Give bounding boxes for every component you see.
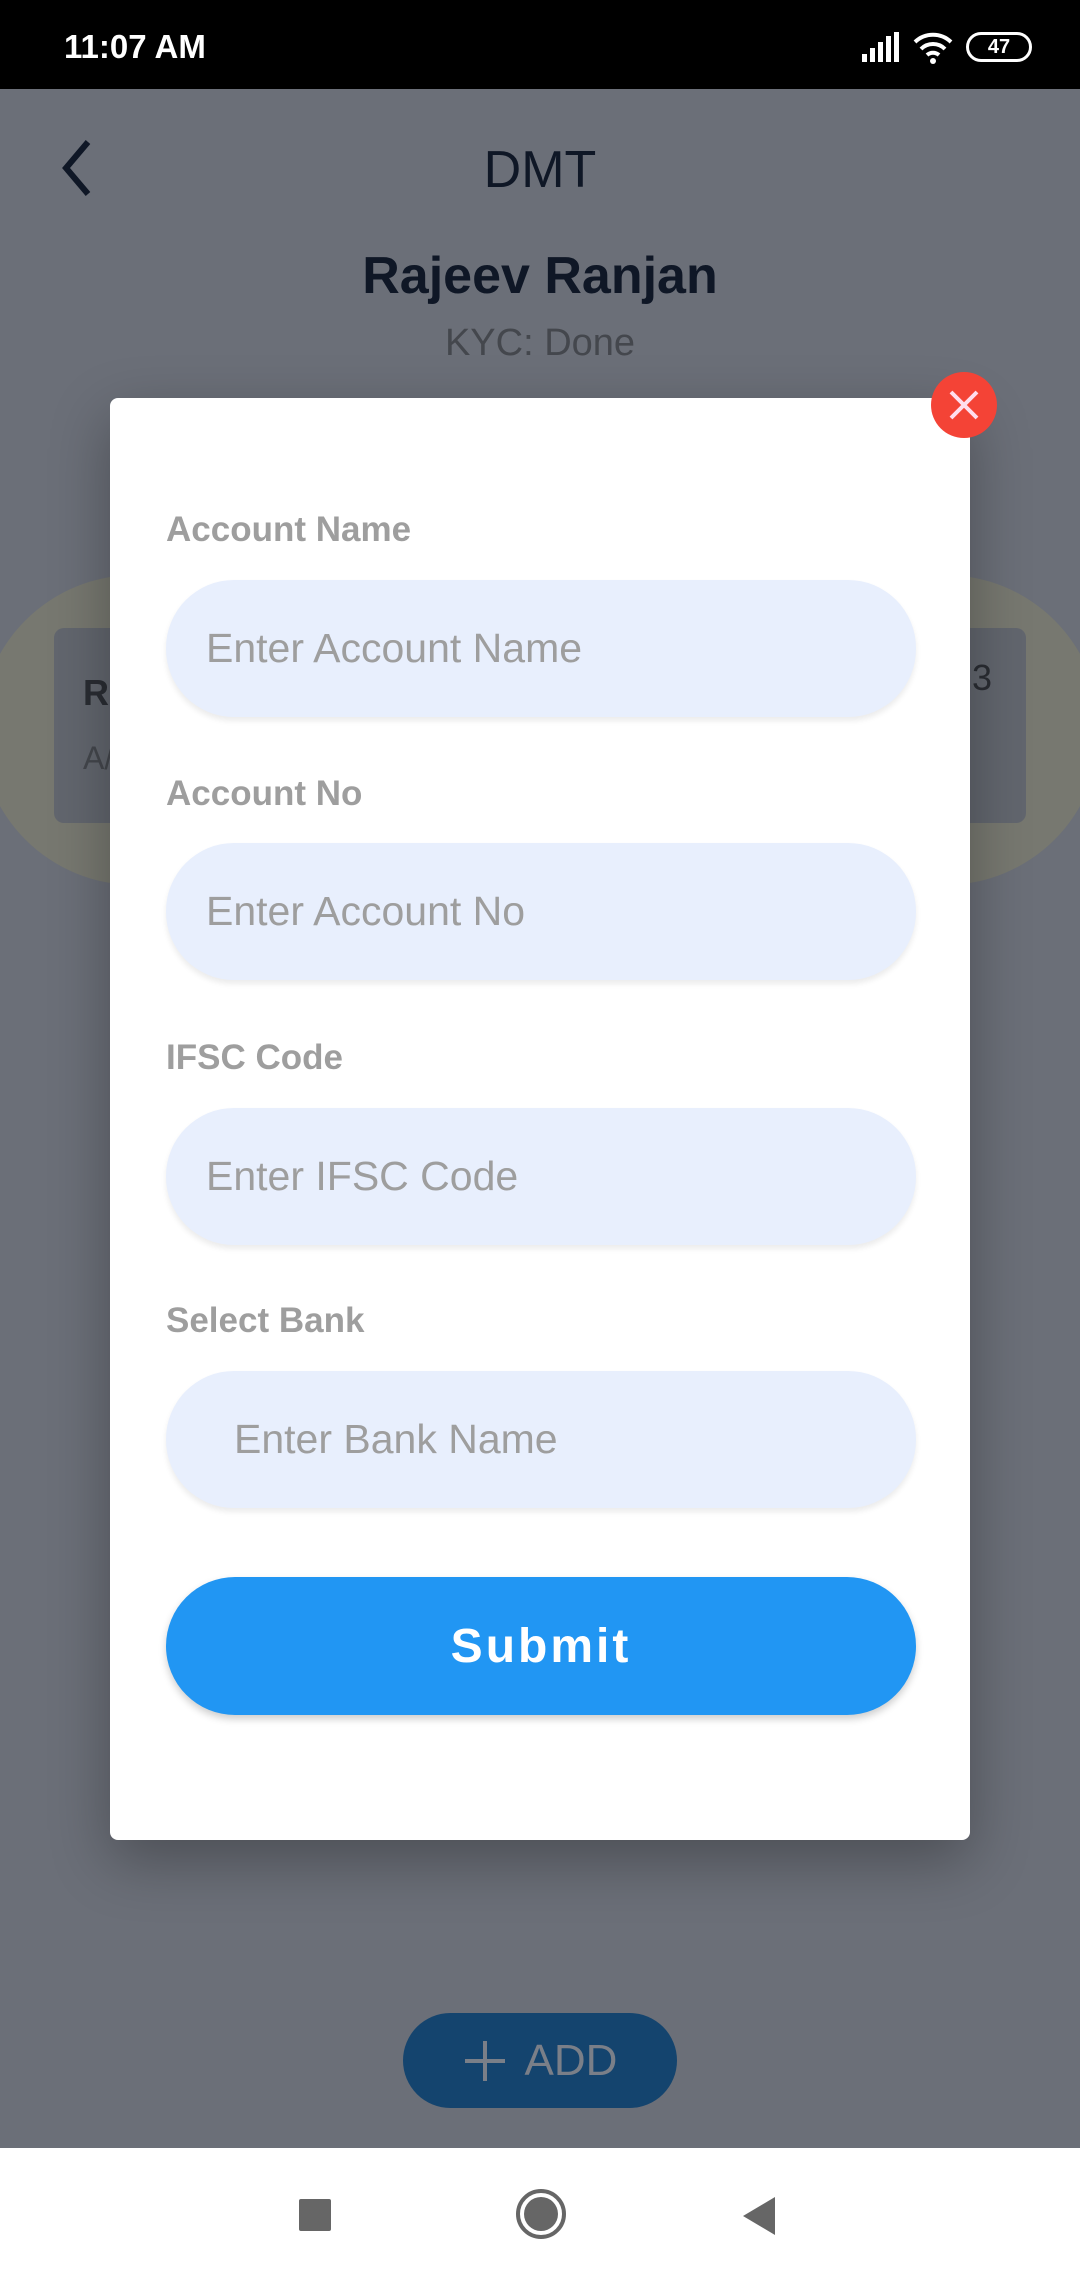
kyc-status: KYC: Done [444,322,636,364]
add-beneficiary-dialog: Account Name Account No IFSC Code Select… [110,398,970,1840]
ifsc-code-label: IFSC Code [166,1038,343,1077]
account-no-label: Account No [166,774,363,813]
close-button[interactable] [931,372,997,438]
bank-name-input[interactable] [166,1371,916,1508]
signal-icon [862,32,899,62]
home-icon[interactable] [515,2188,567,2240]
beneficiary-value: 3 [972,657,993,698]
wifi-icon [913,32,953,64]
navigation-bar [0,2148,1080,2280]
add-label: ADD [524,2035,618,2085]
beneficiary-account: A/ [83,740,114,776]
account-name-input[interactable] [166,580,916,717]
battery-icon: 47 [966,32,1032,62]
status-bar: 11:07 AM 47 [0,0,1080,89]
plus-icon [464,2040,505,2081]
ifsc-code-input[interactable] [166,1108,916,1245]
page-title: DMT [483,141,597,199]
add-button[interactable]: ADD [403,2013,677,2108]
submit-button[interactable]: Submit [166,1577,916,1715]
battery-level: 47 [987,36,1011,58]
select-bank-label: Select Bank [166,1301,365,1340]
account-name-label: Account Name [166,510,412,549]
customer-name: Rajeev Ranjan [362,247,718,305]
account-no-input[interactable] [166,843,916,980]
recents-icon[interactable] [298,2198,332,2232]
status-time: 11:07 AM [64,28,206,65]
back-nav-icon[interactable] [742,2196,776,2236]
close-icon [949,390,979,420]
